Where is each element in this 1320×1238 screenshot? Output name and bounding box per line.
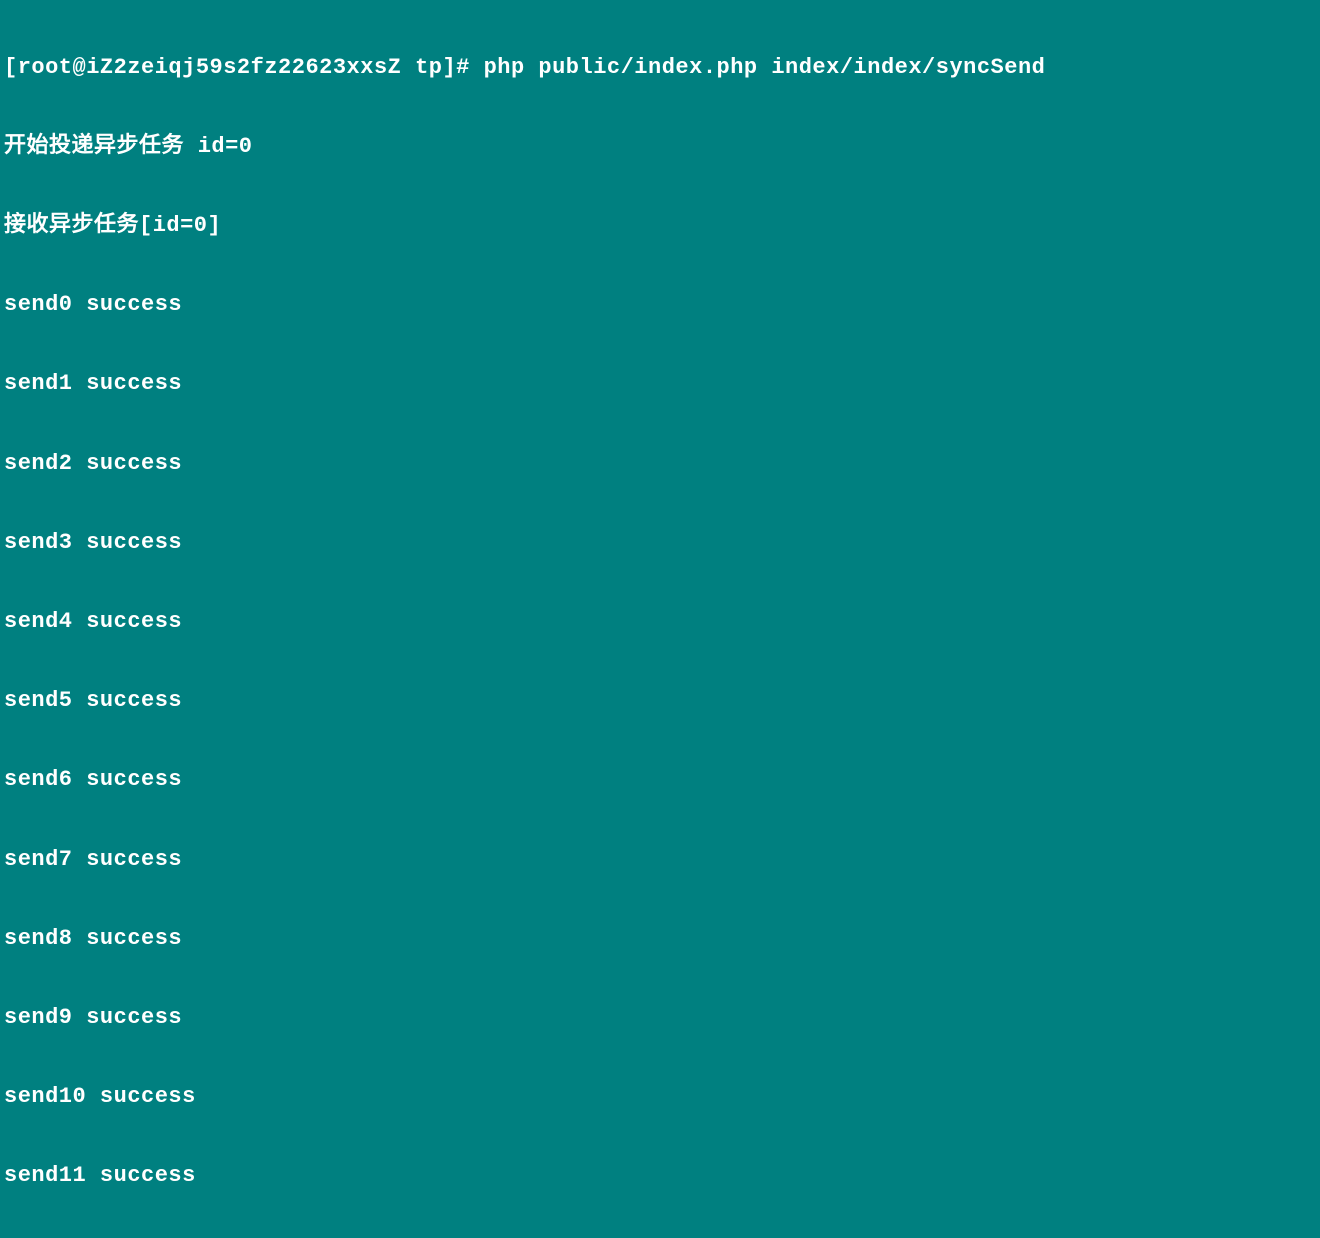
output-line: send4 success	[4, 609, 1316, 635]
shell-prompt: [root@iZ2zeiqj59s2fz22623xxsZ tp]#	[4, 55, 484, 80]
output-line: send7 success	[4, 847, 1316, 873]
output-line: send3 success	[4, 530, 1316, 556]
command-line: [root@iZ2zeiqj59s2fz22623xxsZ tp]# php p…	[4, 55, 1316, 81]
shell-command: php public/index.php index/index/syncSen…	[484, 55, 1046, 80]
output-line: send1 success	[4, 371, 1316, 397]
output-line: send10 success	[4, 1084, 1316, 1110]
output-line: send8 success	[4, 926, 1316, 952]
output-line: send9 success	[4, 1005, 1316, 1031]
output-line: 开始投递异步任务 id=0	[4, 134, 1316, 160]
output-line: send2 success	[4, 451, 1316, 477]
output-line: 接收异步任务[id=0]	[4, 213, 1316, 239]
output-line: send6 success	[4, 767, 1316, 793]
output-line: send0 success	[4, 292, 1316, 318]
output-line: send5 success	[4, 688, 1316, 714]
terminal-window[interactable]: [root@iZ2zeiqj59s2fz22623xxsZ tp]# php p…	[4, 2, 1316, 1238]
output-line: send11 success	[4, 1163, 1316, 1189]
